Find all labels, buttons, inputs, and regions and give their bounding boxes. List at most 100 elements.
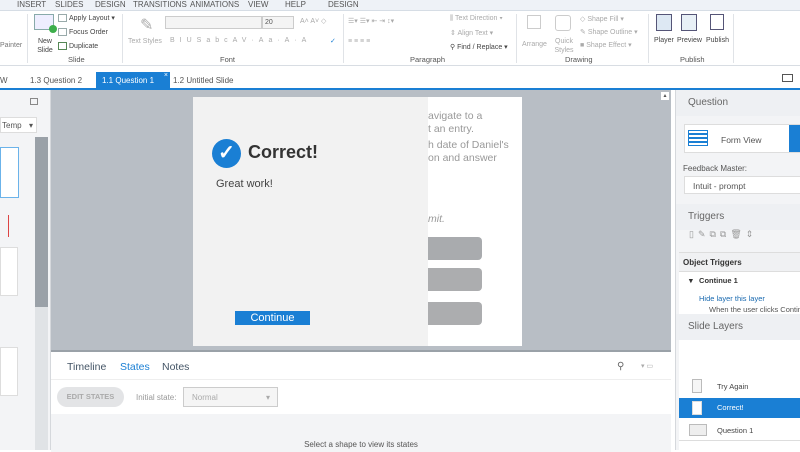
answer-option[interactable] bbox=[428, 302, 482, 325]
layer-item[interactable]: Try Again bbox=[679, 377, 800, 397]
slide-thumbnail[interactable] bbox=[0, 147, 19, 198]
quick-styles-button[interactable]: Quick Styles bbox=[552, 37, 576, 55]
scene-dropdown-value: Temp bbox=[2, 121, 22, 130]
tab-insert[interactable]: INSERT bbox=[17, 0, 46, 10]
slide-tab[interactable]: W bbox=[0, 72, 13, 90]
monitor-icon[interactable] bbox=[782, 74, 793, 82]
continue-button[interactable]: Continue bbox=[235, 311, 310, 325]
initial-state-label: Initial state: bbox=[136, 393, 177, 402]
tab-slides[interactable]: SLIDES bbox=[55, 0, 83, 10]
slide-tab[interactable]: 1.3 Question 2 bbox=[25, 72, 87, 90]
tab-help[interactable]: HELP bbox=[285, 0, 306, 10]
slide-tabs: W 1.3 Question 2 1.1 Question 1 × 1.2 Unt… bbox=[0, 66, 800, 90]
trigger-action: Hide layer bbox=[699, 294, 733, 303]
text-styles-button[interactable]: Text Styles bbox=[128, 38, 162, 45]
panel-menu-icons[interactable]: ▾ ▭ bbox=[641, 362, 653, 370]
question-text: avigate to at an entry. h date of Daniel… bbox=[428, 110, 509, 225]
ribbon: Painter New Slide Apply Layout ▾ Focus O… bbox=[0, 11, 800, 66]
layer-name: Try Again bbox=[717, 382, 749, 391]
font-size-dropdown[interactable]: 20 bbox=[262, 16, 294, 29]
shape-effect-label: Shape Effect bbox=[586, 42, 627, 49]
publish-icon bbox=[710, 14, 724, 30]
answer-option[interactable] bbox=[428, 237, 482, 260]
initial-state-dropdown[interactable]: Normal ▾ bbox=[183, 387, 278, 407]
group-label-publish: Publish bbox=[680, 55, 705, 64]
align-text-button[interactable]: ⇕ Align Text ▾ bbox=[450, 29, 493, 37]
trigger-object-label: Continue 1 bbox=[699, 276, 738, 285]
shape-fill-button[interactable]: ◇ Shape Fill ▾ bbox=[580, 15, 624, 23]
tab-notes[interactable]: Notes bbox=[162, 361, 189, 373]
list-buttons[interactable]: ☰▾ ☰▾ ⇤ ⇥ ↕▾ bbox=[348, 17, 394, 25]
layer-item-selected[interactable]: Correct! bbox=[679, 398, 800, 418]
scroll-up-icon[interactable]: ▴ bbox=[661, 92, 669, 100]
group-label-drawing: Drawing bbox=[565, 55, 593, 64]
slide-tab-active[interactable]: 1.1 Question 1 × bbox=[96, 72, 170, 90]
empty-states-message: Select a shape to view its states bbox=[304, 440, 418, 449]
find-replace-label: Find / Replace bbox=[457, 44, 503, 51]
shape-effect-button[interactable]: ■ Shape Effect ▾ bbox=[580, 41, 632, 49]
trigger-object[interactable]: ▾ Continue 1 bbox=[679, 272, 800, 290]
duplicate-label: Duplicate bbox=[69, 42, 99, 50]
text-direction-button[interactable]: ⫼ Text Direction ▾ bbox=[450, 15, 503, 23]
group-label-slide: Slide bbox=[68, 55, 85, 64]
shape-outline-button[interactable]: ✎ Shape Outline ▾ bbox=[580, 28, 638, 36]
bottom-panel: Timeline States Notes ⚲ ▾ ▭ EDIT STATES … bbox=[51, 350, 671, 452]
find-replace-button[interactable]: ⚲ Find / Replace ▾ bbox=[450, 43, 508, 51]
font-format-buttons[interactable]: BIUSabcAV·Aa·A·A bbox=[170, 37, 311, 44]
tab-states[interactable]: States bbox=[120, 361, 150, 373]
pin-icon[interactable]: ⚲ bbox=[617, 361, 624, 372]
object-triggers-header: Object Triggers bbox=[679, 252, 800, 272]
font-size-grow-shrink-icons[interactable]: A˄ A˅ ◇ bbox=[300, 17, 326, 25]
shape-outline-label: Shape Outline bbox=[587, 29, 633, 36]
slide-view-button[interactable] bbox=[789, 125, 800, 152]
initial-state-value: Normal bbox=[192, 393, 218, 402]
font-family-dropdown[interactable] bbox=[165, 16, 262, 29]
duplicate-button[interactable]: Duplicate bbox=[58, 42, 98, 50]
question-panel-title: Question bbox=[676, 90, 800, 116]
answer-option[interactable] bbox=[428, 268, 482, 291]
tab-view[interactable]: VIEW bbox=[248, 0, 268, 10]
format-painter-button[interactable]: Painter bbox=[0, 42, 22, 49]
focus-order-label: Focus Order bbox=[69, 28, 108, 36]
feedback-master-label: Feedback Master: bbox=[683, 164, 748, 173]
layer-item[interactable]: Question 1 bbox=[679, 421, 800, 441]
checkmark-icon: ✓ bbox=[212, 139, 241, 168]
slide-tab[interactable]: 1.2 Untitled Slide bbox=[168, 72, 238, 90]
player-icon bbox=[656, 14, 672, 31]
edit-states-button[interactable]: EDIT STATES bbox=[57, 387, 124, 407]
quick-styles-icon bbox=[555, 15, 571, 31]
publish-button[interactable]: Publish bbox=[706, 37, 729, 44]
slide-thumbnail[interactable] bbox=[0, 347, 18, 396]
tab-design-context[interactable]: DESIGN bbox=[328, 0, 359, 10]
scrollbar[interactable] bbox=[35, 137, 48, 307]
preview-button[interactable]: Preview bbox=[677, 37, 702, 44]
restore-icon[interactable] bbox=[30, 98, 38, 105]
properties-panel: Question Form View Feedback Master: Intu… bbox=[675, 90, 800, 450]
trigger-toolbar[interactable]: ▯✎⧉⧉🗑⇕ bbox=[689, 229, 757, 240]
tab-design[interactable]: DESIGN bbox=[95, 0, 126, 10]
player-button[interactable]: Player bbox=[654, 37, 674, 44]
focus-order-button[interactable]: Focus Order bbox=[58, 28, 108, 36]
apply-layout-button[interactable]: Apply Layout ▾ bbox=[58, 14, 115, 23]
text-direction-label: Text Direction bbox=[455, 15, 498, 22]
layer-thumbnail bbox=[692, 379, 702, 393]
align-buttons[interactable]: ≡ ≡ ≡ ≡ bbox=[348, 38, 370, 45]
scrollbar-track bbox=[35, 307, 48, 450]
text-styles-icon: ✎ bbox=[140, 17, 154, 34]
spellcheck-icon[interactable]: ✓ bbox=[330, 37, 336, 45]
preview-icon bbox=[681, 14, 697, 31]
group-label-paragraph: Paragraph bbox=[410, 55, 446, 64]
slide-thumbnail[interactable] bbox=[0, 247, 18, 296]
scene-dropdown[interactable]: Temp ▾ bbox=[0, 117, 37, 133]
feedback-master-dropdown[interactable]: Intuit - prompt bbox=[684, 176, 800, 194]
tab-timeline[interactable]: Timeline bbox=[67, 361, 106, 373]
trigger-target-link[interactable]: this layer bbox=[735, 294, 765, 303]
align-text-label: Align Text bbox=[457, 30, 488, 37]
tab-transitions[interactable]: TRANSITIONS bbox=[133, 0, 187, 10]
trigger-item[interactable]: Hide layer this layer When the user click… bbox=[679, 290, 800, 314]
form-view-button[interactable]: Form View bbox=[684, 124, 800, 153]
arrange-button[interactable]: Arrange bbox=[522, 41, 547, 48]
new-slide-button[interactable]: New Slide bbox=[34, 37, 56, 55]
form-view-label: Form View bbox=[721, 135, 762, 145]
tab-animations[interactable]: ANIMATIONS bbox=[190, 0, 239, 10]
